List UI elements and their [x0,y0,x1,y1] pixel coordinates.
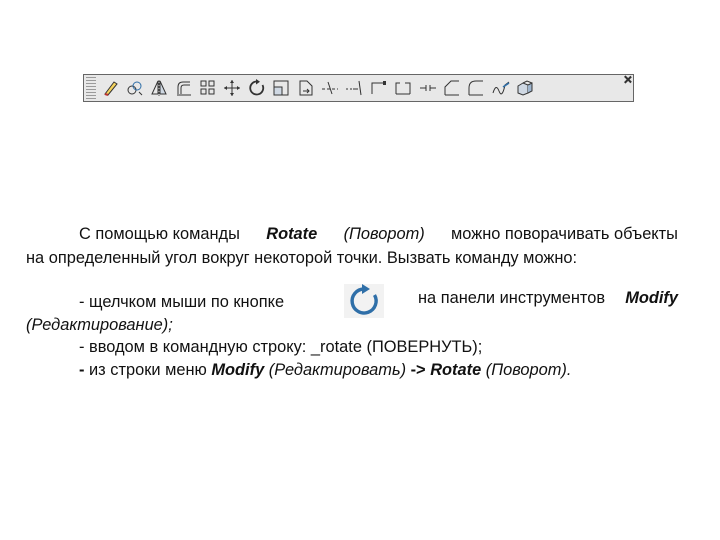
move-icon[interactable] [222,77,243,99]
text-segment: можно поворачивать объекты [451,225,678,243]
scale-icon[interactable] [271,77,292,99]
copy-icon[interactable] [124,77,145,99]
command-name-ru: (Поворот). [485,361,572,379]
rotate-icon [343,284,384,318]
text-segment: С помощью команды [79,225,240,243]
menu-name: Modify [625,289,678,307]
fillet-icon[interactable] [466,77,487,99]
join-icon[interactable] [417,77,438,99]
toolbar-grip[interactable] [86,77,96,99]
chamfer-icon[interactable] [441,77,462,99]
paragraph-line-2: на определенный угол вокруг некоторой то… [26,249,578,267]
paragraph-line-1: С помощью команды Rotate (Поворот) можно… [79,222,678,246]
command-name: Rotate [266,225,318,243]
text-segment: на панели инструментов [418,289,606,307]
list-item-2: - вводом в командную строку: _rotate (ПО… [79,338,483,356]
blend-curves-icon[interactable] [490,77,511,99]
arrow-text: -> [410,361,426,379]
extend-icon[interactable] [344,77,365,99]
mirror-icon[interactable] [149,77,170,99]
offset-icon[interactable] [173,77,194,99]
text-segment: из строки меню [89,361,207,379]
menu-name: Modify [211,361,265,379]
erase-icon[interactable] [100,77,121,99]
array-icon[interactable] [198,77,219,99]
stretch-icon[interactable] [295,77,316,99]
explode-icon[interactable] [515,77,536,99]
list-item-3: - из строки меню Modify (Редактировать) … [79,358,571,382]
close-icon[interactable] [624,76,631,83]
command-name: Rotate [430,361,482,379]
command-name-ru: (Поворот) [343,225,425,243]
modify-toolbar [83,74,634,102]
trim-icon[interactable] [320,77,341,99]
rotate-icon[interactable] [246,77,267,99]
break-at-point-icon[interactable] [368,77,389,99]
list-item-1-cont: (Редактирование); [26,316,173,334]
break-icon[interactable] [393,77,414,99]
text-segment: - щелчком мыши по кнопке [79,293,285,312]
text-segment: - [79,361,85,379]
menu-name-ru: (Редактировать) [268,361,407,379]
